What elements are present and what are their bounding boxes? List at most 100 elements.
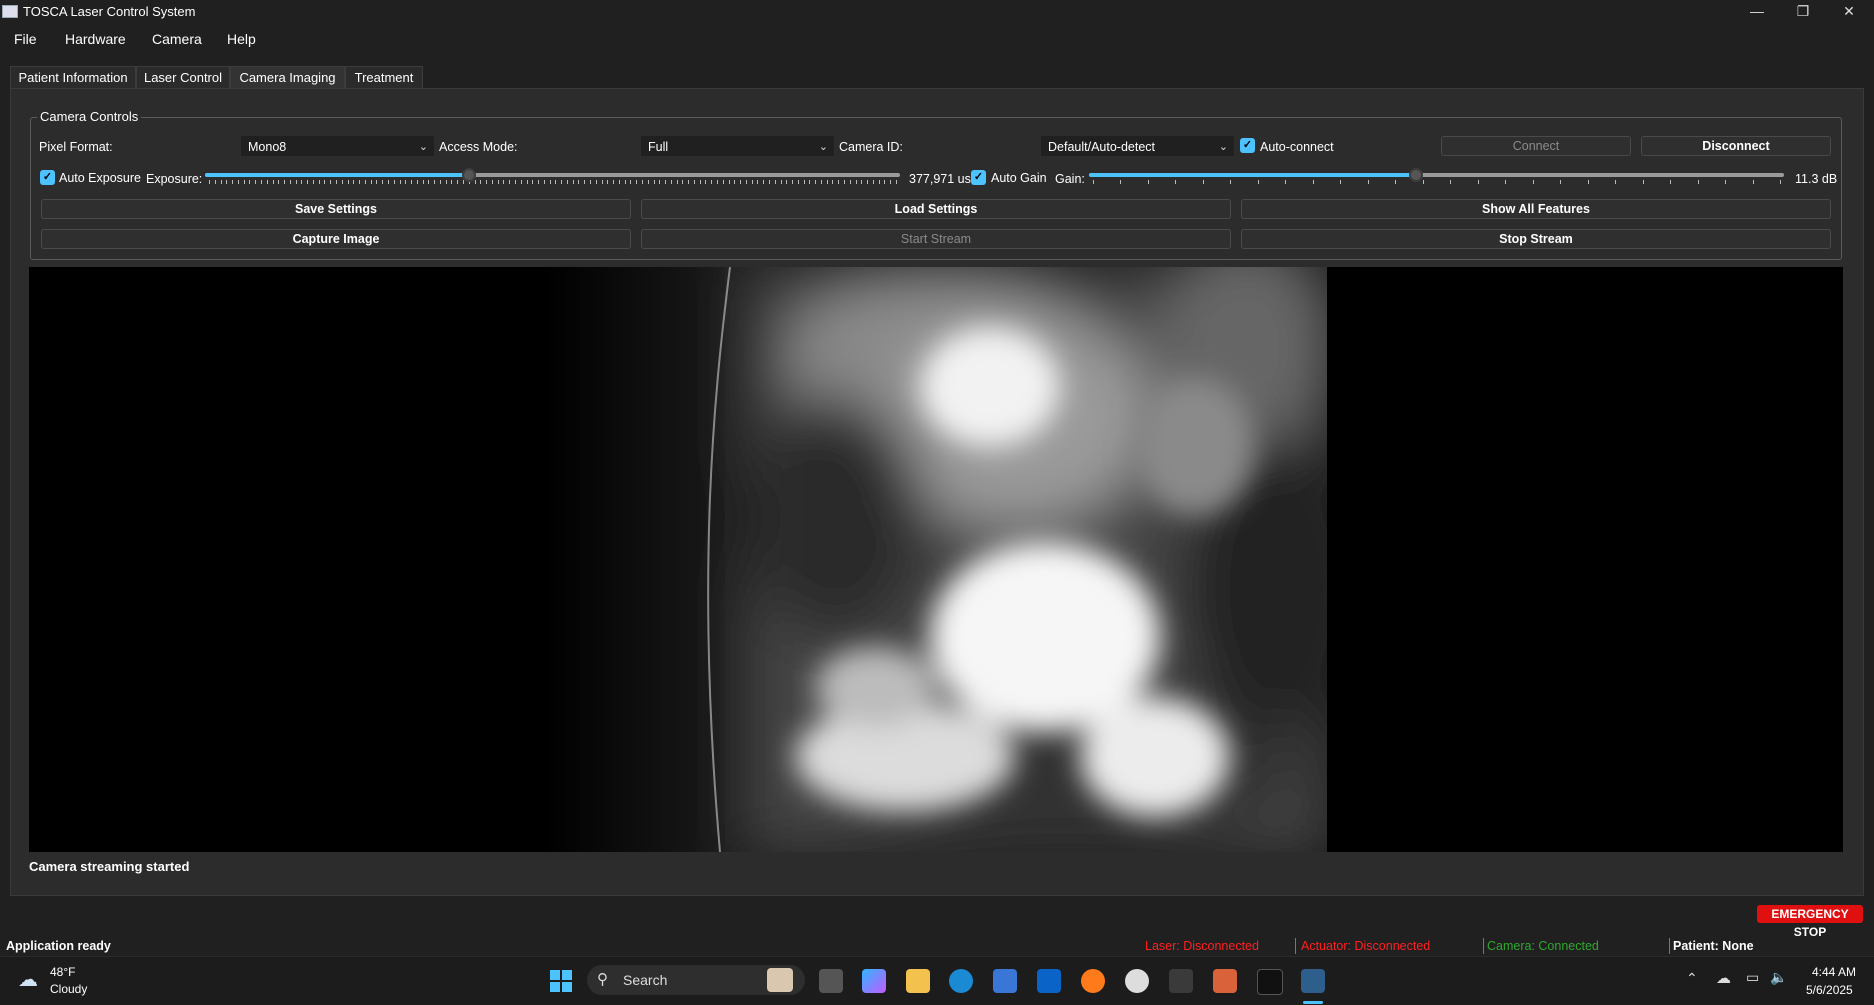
outlook-icon[interactable] [1037,969,1061,993]
chevron-down-icon: ⌄ [1218,141,1228,153]
minimize-button[interactable]: — [1734,0,1780,22]
slider-tick [827,180,828,184]
slider-tick [648,180,649,184]
slider-tick [336,180,337,184]
menu-camera[interactable]: Camera [152,31,202,47]
slider-tick [475,180,476,184]
slider-tick [434,180,435,184]
disconnect-button[interactable]: Disconnect [1641,136,1831,156]
copilot-icon[interactable] [862,969,886,993]
file-explorer-icon[interactable] [906,969,930,993]
slider-tick [301,180,302,184]
exposure-value: 377,971 us [909,172,971,186]
slider-tick [602,180,603,184]
actuator-status: Actuator: Disconnected [1301,939,1431,953]
load-settings-button[interactable]: Load Settings [641,199,1231,219]
exposure-slider-handle[interactable] [462,168,476,182]
task-view-icon[interactable] [819,969,843,993]
firefox-icon[interactable] [1081,969,1105,993]
slider-tick [752,180,753,184]
slider-tick [844,180,845,184]
save-settings-button[interactable]: Save Settings [41,199,631,219]
show-all-features-button[interactable]: Show All Features [1241,199,1831,219]
slider-tick [786,180,787,184]
tab-camera-imaging[interactable]: Camera Imaging [230,66,345,89]
slider-tick [319,180,320,184]
search-icon: ⚲ [597,971,608,988]
gain-value: 11.3 dB [1795,172,1838,186]
auto-connect-checkbox[interactable]: ✓ [1240,138,1255,153]
slider-tick [896,180,897,184]
gain-slider-handle[interactable] [1409,168,1423,182]
slider-tick [573,180,574,184]
slider-tick [804,180,805,184]
auto-gain-checkbox[interactable]: ✓ [971,170,986,185]
slider-tick [232,180,233,184]
slider-tick [296,180,297,184]
slider-tick [798,180,799,184]
weather-widget[interactable]: ☁ 48°F Cloudy [18,965,108,999]
close-button[interactable]: ✕ [1826,0,1872,22]
menu-help[interactable]: Help [227,31,256,47]
slider-tick [486,180,487,184]
stop-stream-button[interactable]: Stop Stream [1241,229,1831,249]
python-app-icon[interactable] [1301,969,1325,993]
exposure-slider[interactable] [205,167,900,187]
camera-status: Camera: Connected [1487,939,1599,953]
network-icon[interactable]: ▭ [1746,969,1759,986]
slider-tick [342,180,343,184]
slider-tick [365,180,366,184]
menu-file[interactable]: File [14,31,37,47]
pixel-format-select[interactable]: Mono8 ⌄ [241,136,434,156]
slider-tick [503,180,504,184]
slider-tick [861,180,862,184]
aperture-icon[interactable] [1125,969,1149,993]
emergency-stop-button[interactable]: EMERGENCY STOP [1757,905,1863,939]
title-bar: TOSCA Laser Control System — ❐ ✕ [0,0,1874,24]
slider-tick [1753,180,1754,184]
tab-laser-control[interactable]: Laser Control [136,66,230,89]
clock-date[interactable]: 5/6/2025 [1806,983,1853,997]
connect-button[interactable]: Connect [1441,136,1631,156]
slider-tick [659,180,660,184]
menu-hardware[interactable]: Hardware [65,31,126,47]
status-separator [1295,938,1296,954]
slider-tick [1725,180,1726,184]
weather-temp: 48°F [50,965,76,979]
slider-tick [1175,180,1176,184]
window-title: TOSCA Laser Control System [23,4,196,19]
slider-tick [550,180,551,184]
cube-app-icon[interactable] [1257,969,1283,995]
slider-tick [809,180,810,184]
edge-icon[interactable] [949,969,973,993]
chevron-up-icon[interactable]: ⌃ [1686,970,1698,987]
clock-time[interactable]: 4:44 AM [1812,965,1856,979]
store-icon[interactable] [993,969,1017,993]
slider-tick [1588,180,1589,184]
start-stream-button[interactable]: Start Stream [641,229,1231,249]
slider-tick [1670,180,1671,184]
slider-tick [856,180,857,184]
weather-desc: Cloudy [50,982,88,996]
slider-tick [538,180,539,184]
windows-start-icon[interactable] [549,969,573,993]
slider-tick [527,180,528,184]
pixel-format-label: Pixel Format: [39,140,113,154]
camera-id-select[interactable]: Default/Auto-detect ⌄ [1041,136,1234,156]
slider-tick [544,180,545,184]
access-mode-select[interactable]: Full ⌄ [641,136,834,156]
claude-icon[interactable] [1213,969,1237,993]
slider-tick [1615,180,1616,184]
slider-tick [1230,180,1231,184]
auto-exposure-checkbox[interactable]: ✓ [40,170,55,185]
terminal-icon[interactable] [1169,969,1193,993]
tab-treatment[interactable]: Treatment [345,66,423,89]
capture-image-button[interactable]: Capture Image [41,229,631,249]
volume-icon[interactable]: 🔈 [1770,969,1787,986]
tab-patient-information[interactable]: Patient Information [10,66,136,89]
laser-status: Laser: Disconnected [1145,939,1259,953]
onedrive-icon[interactable]: ☁ [1716,969,1731,987]
restore-button[interactable]: ❐ [1780,0,1826,22]
search-box[interactable]: ⚲ Search [587,965,805,995]
gain-slider[interactable] [1089,167,1784,187]
